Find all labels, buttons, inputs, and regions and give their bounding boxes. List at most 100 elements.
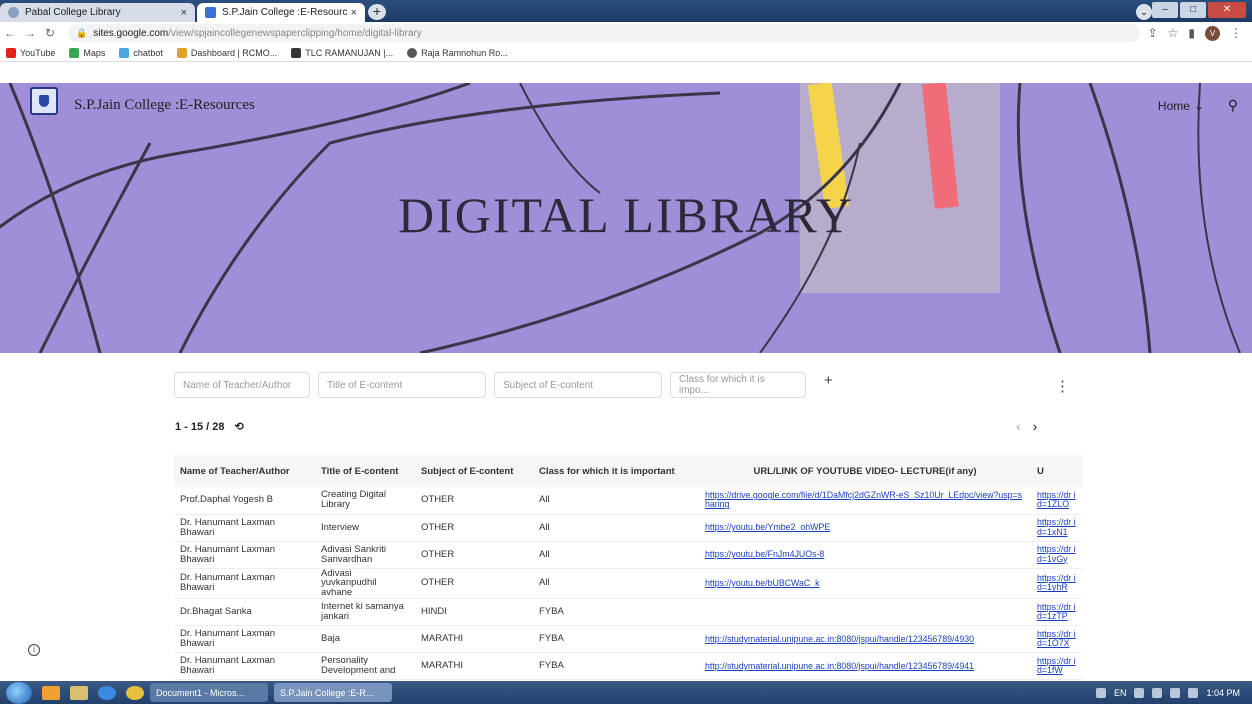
sidepanel-icon[interactable]: ▮ <box>1188 26 1195 40</box>
cell-url-link[interactable]: http://studymaterial.unipune.ac.in:8080/… <box>699 625 1031 654</box>
cell-url-link[interactable]: https://youtu.be/FnJm4JUOs-8 <box>699 541 1031 569</box>
ie-icon[interactable] <box>98 685 116 700</box>
info-icon[interactable]: i <box>28 644 40 656</box>
col-header-class[interactable]: Class for which it is important <box>533 455 699 487</box>
tab-title: Pabal College Library <box>25 7 121 18</box>
col-header-subject[interactable]: Subject of E-content <box>415 455 533 487</box>
site-title[interactable]: S.P.Jain College :E-Resources <box>74 97 255 114</box>
lock-icon[interactable]: 🔒 <box>76 28 87 39</box>
maximize-button[interactable]: □ <box>1180 2 1206 18</box>
globe-icon <box>8 7 19 18</box>
tab-pabal-library[interactable]: Pabal College Library × <box>0 3 195 22</box>
google-sites-icon <box>205 7 216 18</box>
cell-class: FYBA <box>533 652 699 681</box>
clock[interactable]: 1:04 PM <box>1206 688 1240 698</box>
filter-teacher[interactable]: Name of Teacher/Author <box>174 372 310 398</box>
menu-kebab-icon[interactable]: ⋮ <box>1230 26 1242 40</box>
address-bar[interactable]: 🔒 sites.google.com /view/spjaincollegene… <box>68 24 1140 42</box>
task-word-document[interactable]: Document1 - Micros... <box>150 683 268 702</box>
chrome-icon[interactable] <box>126 685 144 700</box>
record-count: 1 - 15 / 28 <box>175 420 225 433</box>
new-tab-button[interactable]: + <box>368 4 386 20</box>
cell-extra-link[interactable]: https://dr id=1ZLO <box>1031 487 1083 515</box>
cell-title: Internet ki samanya jankari <box>315 598 415 627</box>
cell-subject: HINDI <box>415 598 533 627</box>
bookmark-raja-ram[interactable]: Raja Ramnohun Ro... <box>407 47 508 58</box>
back-arrow-icon[interactable]: ← <box>0 26 20 40</box>
tab-title: S.P.Jain College :E-Resources - D <box>222 7 347 18</box>
minimize-button[interactable]: – <box>1152 2 1178 18</box>
cell-extra-link[interactable]: https://dr id=1zTP <box>1031 598 1083 627</box>
network-icon[interactable] <box>1134 687 1145 698</box>
search-icon[interactable]: ⚲ <box>1228 97 1238 114</box>
cell-url-link[interactable]: https://drive.google.com/file/d/1DaMfcj2… <box>699 487 1031 515</box>
flag-icon[interactable] <box>1152 687 1163 698</box>
cell-extra-link[interactable]: https://dr id=1fW <box>1031 652 1083 681</box>
bookmark-star-icon[interactable]: ☆ <box>1168 26 1179 40</box>
filter-class[interactable]: Class for which it is impo... <box>670 372 806 398</box>
globe-icon <box>407 47 418 58</box>
cell-url-link[interactable]: https://youtu.be/Ymbe2_ohWPE <box>699 514 1031 542</box>
battery-icon[interactable] <box>1188 687 1199 698</box>
start-button[interactable] <box>6 681 32 704</box>
cell-url-link[interactable] <box>699 598 1031 627</box>
home-nav-menu[interactable]: Home ⌄ <box>1158 99 1204 113</box>
cell-url-link[interactable]: https://youtu.be/bUBCWaC_k <box>699 568 1031 600</box>
cell-title: Creating Digital Library <box>315 487 415 515</box>
window-controls: – □ ✕ <box>1152 2 1246 18</box>
url-host: sites.google.com <box>93 27 169 39</box>
cell-extra-link[interactable]: https://dr id=1O7X <box>1031 625 1083 654</box>
reload-icon[interactable]: ↻ <box>40 26 60 40</box>
profile-avatar[interactable]: V <box>1205 25 1220 41</box>
chevron-down-icon: ⌄ <box>1193 99 1204 113</box>
media-player-icon[interactable] <box>42 685 60 700</box>
tlc-icon <box>291 47 302 58</box>
cell-teacher: Dr. Hanumant Laxman Bhawari <box>174 625 315 654</box>
volume-icon[interactable] <box>1170 687 1181 698</box>
cell-subject: MARATHI <box>415 652 533 681</box>
prev-page-icon[interactable]: ‹ <box>1016 418 1021 434</box>
filter-subject[interactable]: Subject of E-content <box>494 372 662 398</box>
add-filter-button[interactable]: + <box>824 372 833 398</box>
col-header-title[interactable]: Title of E-content <box>315 455 415 487</box>
bookmarks-bar: YouTube Maps chatbot Dashboard | RCMO...… <box>0 44 1252 62</box>
windows-taskbar: Document1 - Micros... S.P.Jain College :… <box>0 681 1252 704</box>
close-tab-icon[interactable]: × <box>181 7 187 19</box>
filter-title[interactable]: Title of E-content <box>318 372 486 398</box>
cell-teacher: Dr. Hanumant Laxman Bhawari <box>174 652 315 681</box>
bookmark-tlc[interactable]: TLC RAMANUJAN |... <box>291 47 393 58</box>
cell-extra-link[interactable]: https://dr id=1vGy <box>1031 541 1083 569</box>
task-chrome-spjain[interactable]: S.P.Jain College :E-R... <box>274 683 392 702</box>
tab-search-icon[interactable]: ⌄ <box>1136 4 1152 20</box>
filter-bar: Name of Teacher/Author Title of E-conten… <box>174 372 833 398</box>
chatbot-icon <box>119 47 130 58</box>
refresh-icon[interactable]: ⟲ <box>235 420 244 433</box>
cell-teacher: Dr. Hanumant Laxman Bhawari <box>174 541 315 569</box>
next-page-icon[interactable]: › <box>1033 418 1038 434</box>
language-indicator[interactable]: EN <box>1114 688 1127 698</box>
screen: Pabal College Library × S.P.Jain College… <box>0 0 1252 704</box>
browser-tab-strip: Pabal College Library × S.P.Jain College… <box>0 0 1252 22</box>
table-menu-icon[interactable]: ⋮ <box>1055 377 1070 395</box>
bookmark-youtube[interactable]: YouTube <box>6 47 55 58</box>
col-header-teacher[interactable]: Name of Teacher/Author <box>174 455 315 487</box>
forward-arrow-icon[interactable]: → <box>20 26 40 40</box>
cell-extra-link[interactable]: https://dr id=1yhR <box>1031 568 1083 600</box>
browser-toolbar: ← → ↻ 🔒 sites.google.com /view/spjaincol… <box>0 22 1252 44</box>
bookmark-dashboard[interactable]: Dashboard | RCMO... <box>176 47 277 58</box>
cell-url-link[interactable]: http://studymaterial.unipune.ac.in:8080/… <box>699 652 1031 681</box>
share-icon[interactable]: ⇪ <box>1148 26 1158 40</box>
col-header-extra[interactable]: U <box>1031 455 1083 487</box>
cell-extra-link[interactable]: https://dr id=1xN1 <box>1031 514 1083 542</box>
bookmark-chatbot[interactable]: chatbot <box>119 47 163 58</box>
close-tab-icon[interactable]: × <box>351 7 357 19</box>
cell-subject: OTHER <box>415 514 533 542</box>
table-row: Dr.Bhagat Sanka Internet ki samanya jank… <box>174 598 1083 627</box>
tab-spjain-eresources[interactable]: S.P.Jain College :E-Resources - D × <box>197 3 365 22</box>
col-header-url[interactable]: URL/LINK OF YOUTUBE VIDEO- LECTURE(if an… <box>699 455 1031 487</box>
bookmark-maps[interactable]: Maps <box>69 47 105 58</box>
explorer-icon[interactable] <box>70 685 88 700</box>
tray-app-icon[interactable] <box>1095 687 1106 698</box>
close-window-button[interactable]: ✕ <box>1208 2 1246 18</box>
college-logo[interactable] <box>30 87 58 115</box>
